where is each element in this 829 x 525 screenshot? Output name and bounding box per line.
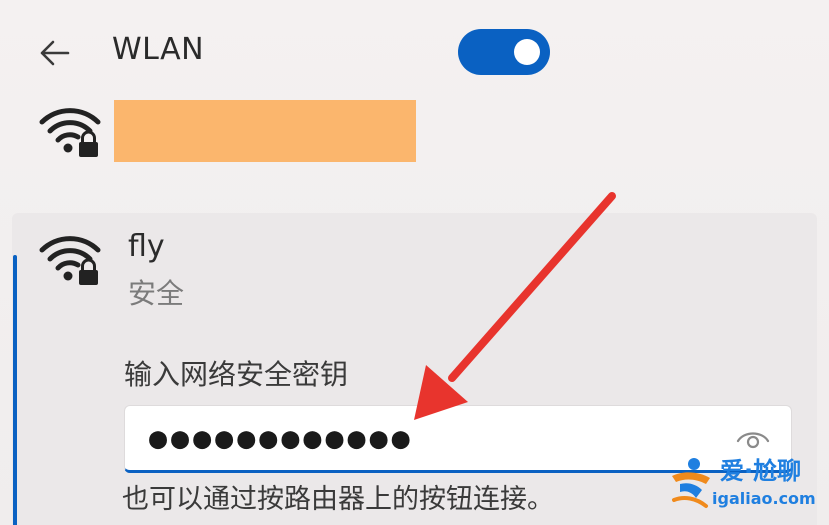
network-name: fly bbox=[128, 229, 165, 264]
router-button-hint: 也可以通过按路由器上的按钮连接。 bbox=[122, 484, 554, 515]
back-button[interactable] bbox=[36, 35, 72, 71]
watermark-brand: 爱·尬聊 bbox=[720, 457, 802, 485]
wifi-secured-icon bbox=[39, 236, 101, 285]
password-label: 输入网络安全密钥 bbox=[124, 358, 349, 391]
page-title: WLAN bbox=[112, 32, 205, 67]
selection-indicator bbox=[13, 255, 17, 525]
network-name-redacted bbox=[114, 100, 416, 162]
network-security-status: 安全 bbox=[128, 277, 185, 310]
watermark-logo bbox=[672, 458, 710, 508]
toggle-knob bbox=[514, 39, 540, 65]
watermark-url: igaliao.com bbox=[712, 489, 816, 508]
wlan-settings-screen: WLAN fly 安全 输入网络安全密钥 ●●●●●●●●●●●● 也可以通过按… bbox=[0, 0, 829, 525]
wlan-toggle[interactable] bbox=[458, 29, 550, 75]
password-value: ●●●●●●●●●●●● bbox=[149, 421, 414, 456]
arrow-left-icon bbox=[40, 40, 70, 66]
wifi-secured-icon bbox=[39, 108, 101, 157]
header: WLAN bbox=[0, 0, 829, 102]
watermark: 爱·尬聊 igaliao.com bbox=[664, 450, 824, 520]
